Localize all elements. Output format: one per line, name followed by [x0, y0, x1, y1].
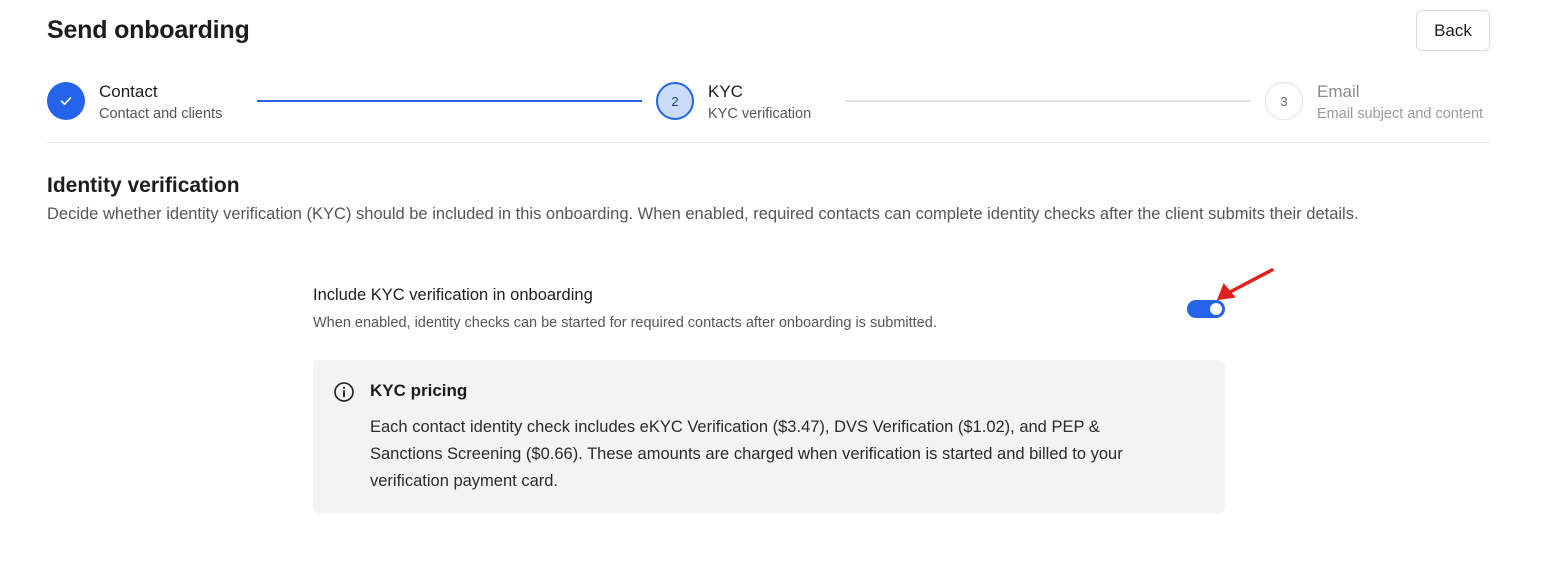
kyc-toggle-help: When enabled, identity checks can be sta…: [313, 315, 937, 331]
red-arrow-icon: [1216, 268, 1274, 301]
step-title: KYC: [708, 82, 743, 101]
kyc-toggle-label: Include KYC verification in onboarding: [313, 286, 593, 304]
step-number: 3: [1265, 82, 1303, 120]
step-title: Contact: [99, 82, 158, 101]
page-title: Send onboarding: [47, 16, 250, 44]
onboarding-stepper: Contact Contact and clients 2 KYC KYC ve…: [47, 80, 1490, 124]
step-subtitle: Contact and clients: [99, 106, 223, 122]
step-number: 2: [656, 82, 694, 120]
step-subtitle: Email subject and content: [1317, 106, 1484, 122]
kyc-toggle-row: Include KYC verification in onboarding W…: [313, 284, 1225, 334]
back-button[interactable]: Back: [1416, 10, 1490, 51]
section-title: Identity verification: [47, 174, 240, 197]
step-connector-upcoming: [845, 100, 1250, 102]
step-subtitle: KYC verification: [708, 106, 812, 122]
pricing-title: KYC pricing: [370, 381, 468, 400]
step-connector-completed: [257, 100, 642, 102]
section-description: Decide whether identity verification (KY…: [47, 205, 1359, 223]
page-header: Send onboarding Back: [47, 10, 1490, 52]
pricing-text: Each contact identity check includes eKY…: [370, 418, 1123, 490]
step-title: Email: [1317, 82, 1360, 101]
step-contact[interactable]: Contact Contact and clients: [47, 80, 247, 124]
kyc-pricing-notice: KYC pricing Each contact identity check …: [313, 360, 1225, 513]
check-icon: [47, 82, 85, 120]
info-icon: [334, 382, 354, 402]
step-email[interactable]: 3 Email Email subject and content: [1265, 80, 1490, 124]
step-kyc[interactable]: 2 KYC KYC verification: [656, 80, 846, 124]
divider: [47, 142, 1490, 143]
